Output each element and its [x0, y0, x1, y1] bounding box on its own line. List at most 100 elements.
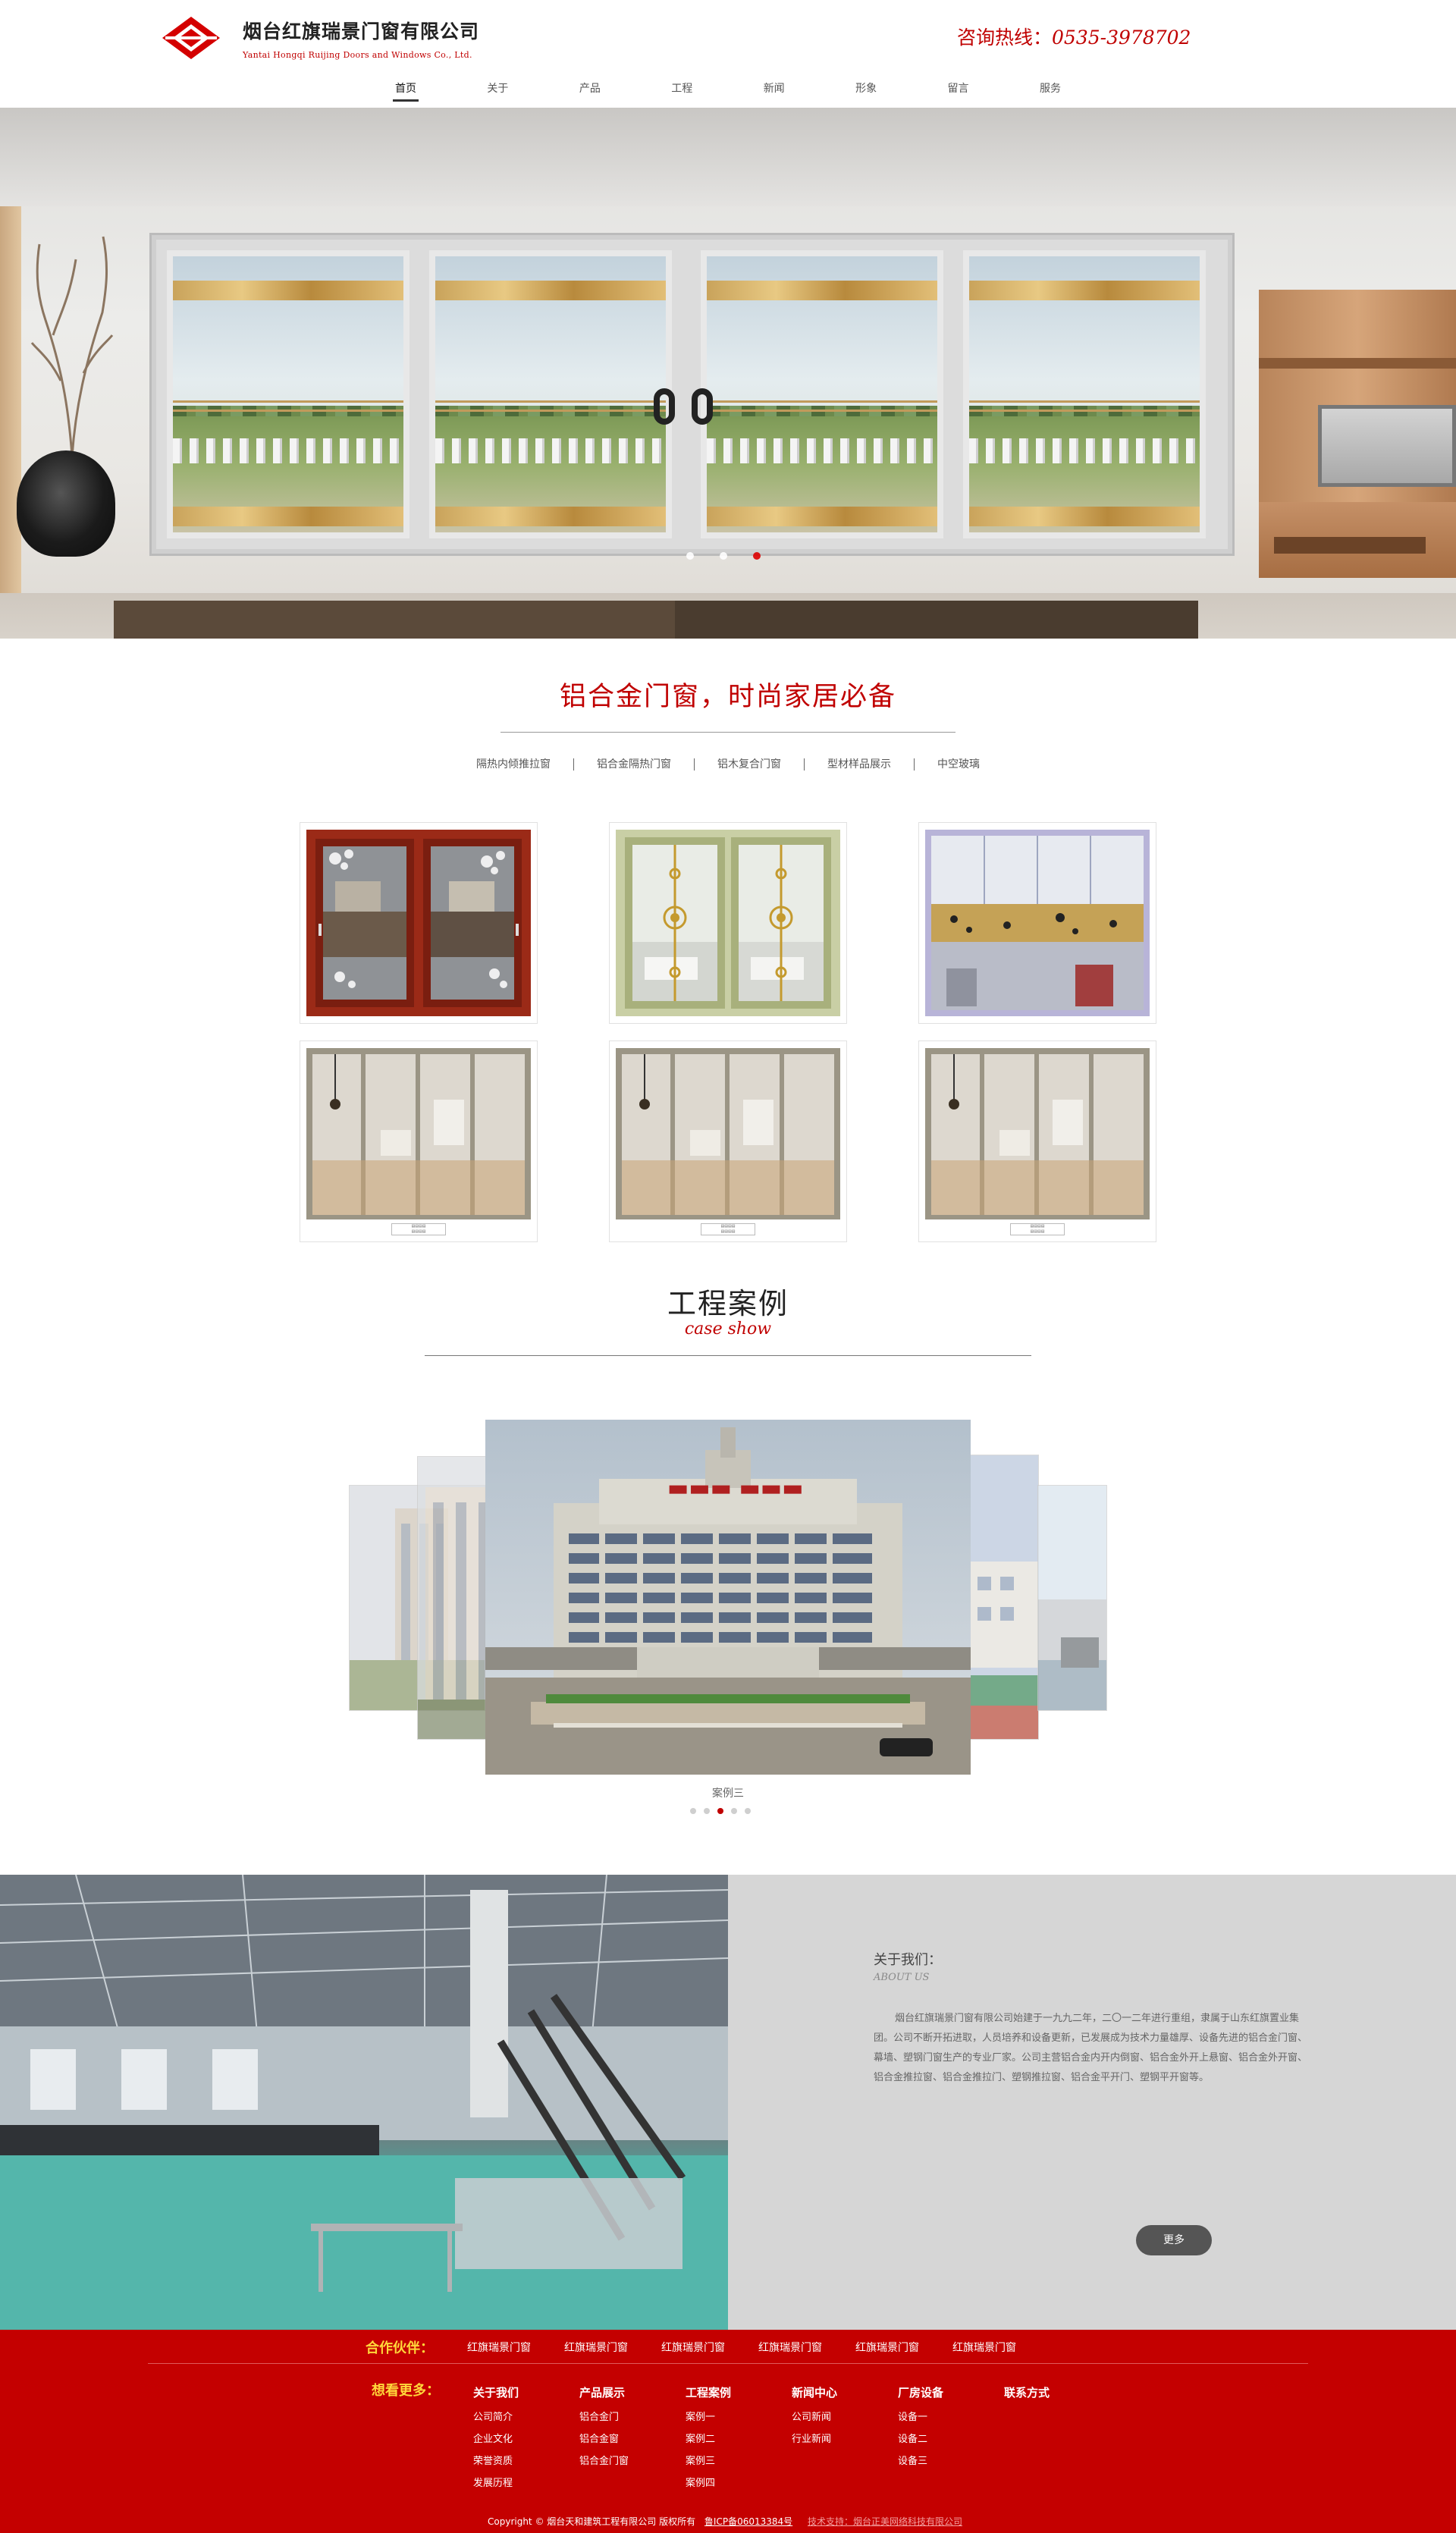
spec-label: ▤▤▤▤ ▤▤▤▤ [701, 1223, 755, 1235]
red-sliding-door-image [306, 830, 531, 1016]
footer-link[interactable]: 案例四 [686, 2472, 792, 2494]
partner-link[interactable]: 红旗瑞景门窗 [758, 2340, 822, 2355]
banner-rug-dark [675, 601, 1198, 639]
product-grid: ▤▤▤▤ ▤▤▤▤ ▤▤▤▤ ▤▤▤▤ ▤▤▤▤ ▤▤▤▤ [300, 822, 1156, 1242]
footer-column-news: 新闻中心 公司新闻 行业新闻 [792, 2384, 898, 2494]
door-pane [429, 250, 672, 538]
case-card-far-right[interactable] [1037, 1485, 1107, 1711]
case-dot[interactable] [745, 1808, 751, 1814]
hotline: 咨询热线：0535-3978702 [957, 23, 1191, 50]
banner-dot[interactable] [686, 552, 694, 560]
nav-news[interactable]: 新闻 [761, 76, 787, 102]
copyright-bar: Copyright © 烟台天和建筑工程有限公司 版权所有 鲁ICP备06013… [0, 2515, 1456, 2528]
footer-column-heading[interactable]: 工程案例 [686, 2384, 792, 2400]
footer-column-heading[interactable]: 联系方式 [1004, 2384, 1110, 2400]
icp-link[interactable]: 鲁ICP备06013384号 [704, 2516, 792, 2527]
banner-dot-active[interactable] [753, 552, 761, 560]
case-card-active[interactable]: ▬▬▬ ▬▬▬ [485, 1420, 971, 1775]
nav-about[interactable]: 关于 [485, 76, 510, 102]
about-section: 关于我们： ABOUT US 烟台红旗瑞景门窗有限公司始建于一九九二年，二〇一二… [0, 1875, 1456, 2330]
case-dot[interactable] [690, 1808, 696, 1814]
banner-dot[interactable] [720, 552, 727, 560]
spec-label: ▤▤▤▤ ▤▤▤▤ [391, 1223, 446, 1235]
more-button[interactable]: 更多 [1136, 2225, 1212, 2255]
door-pane [963, 250, 1206, 538]
footer-link[interactable]: 公司新闻 [792, 2406, 898, 2428]
footer-column-cases: 工程案例 案例一 案例二 案例三 案例四 [686, 2384, 792, 2494]
footer-link[interactable]: 行业新闻 [792, 2428, 898, 2450]
category-tab[interactable]: 隔热内倾推拉窗 [453, 758, 574, 771]
about-body: 烟台红旗瑞景门窗有限公司始建于一九九二年，二〇一二年进行重组，隶属于山东红旗置业… [874, 2013, 1308, 2083]
cases-underline [425, 1355, 1031, 1356]
category-tab[interactable]: 铝合金隔热门窗 [574, 758, 695, 771]
banner-ceiling [0, 108, 1456, 206]
product-card[interactable] [609, 822, 847, 1024]
nav-image[interactable]: 形象 [853, 76, 879, 102]
case-dot-active[interactable] [717, 1808, 723, 1814]
sliding-door-image [152, 235, 1232, 554]
products-title-underline [500, 732, 956, 733]
footer-link[interactable]: 设备二 [898, 2428, 1004, 2450]
footer-column-heading[interactable]: 厂房设备 [898, 2384, 1004, 2400]
footer-link[interactable]: 铝合金门窗 [579, 2450, 686, 2472]
footer-link[interactable]: 铝合金窗 [579, 2428, 686, 2450]
nav-products[interactable]: 产品 [577, 76, 603, 102]
footer-column-contact: 联系方式 [1004, 2384, 1110, 2494]
product-card[interactable] [918, 822, 1156, 1024]
footer-link[interactable]: 案例二 [686, 2428, 792, 2450]
category-tab[interactable]: 型材样品展示 [805, 758, 915, 771]
partner-link[interactable]: 红旗瑞景门窗 [467, 2340, 531, 2355]
case-dot[interactable] [731, 1808, 737, 1814]
logo[interactable]: 烟台红旗瑞景门窗有限公司 Yantai Hongqi Ruijing Doors… [159, 14, 479, 62]
nav-home[interactable]: 首页 [393, 76, 419, 102]
category-tab[interactable]: 铝木复合门窗 [695, 758, 805, 771]
footer-link[interactable]: 案例三 [686, 2450, 792, 2472]
four-panel-door-image [925, 1048, 1150, 1219]
footer-column-products: 产品展示 铝合金门 铝合金窗 铝合金门窗 [579, 2384, 686, 2494]
footer-link[interactable]: 企业文化 [473, 2428, 579, 2450]
partner-link[interactable]: 红旗瑞景门窗 [564, 2340, 628, 2355]
footer-column-about: 关于我们 公司简介 企业文化 荣誉资质 发展历程 [473, 2384, 579, 2494]
factory-photo [0, 1875, 728, 2330]
products-title: 铝合金门窗，时尚家居必备 [559, 682, 896, 712]
office-building-image: ▬▬▬ ▬▬▬ [485, 1420, 971, 1775]
nav-service[interactable]: 服务 [1037, 76, 1063, 102]
page: 烟台红旗瑞景门窗有限公司 Yantai Hongqi Ruijing Doors… [0, 0, 1456, 2533]
partner-link[interactable]: 红旗瑞景门窗 [661, 2340, 725, 2355]
cases-title: 工程案例 [667, 1287, 789, 1320]
product-card[interactable]: ▤▤▤▤ ▤▤▤▤ [300, 1041, 538, 1242]
product-categories: 隔热内倾推拉窗 铝合金隔热门窗 铝木复合门窗 型材样品展示 中空玻璃 [444, 758, 1012, 771]
spec-label: ▤▤▤▤ ▤▤▤▤ [1010, 1223, 1065, 1235]
product-card[interactable]: ▤▤▤▤ ▤▤▤▤ [918, 1041, 1156, 1242]
hero-banner[interactable] [0, 108, 1456, 639]
category-tab[interactable]: 中空玻璃 [915, 758, 1003, 771]
footer-link[interactable]: 设备一 [898, 2406, 1004, 2428]
footer-link[interactable]: 荣誉资质 [473, 2450, 579, 2472]
door-pane [701, 250, 943, 538]
office-partition-door-image [925, 830, 1150, 1016]
case-dot[interactable] [704, 1808, 710, 1814]
footer-link[interactable]: 发展历程 [473, 2472, 579, 2494]
footer-link[interactable]: 公司简介 [473, 2406, 579, 2428]
footer-link[interactable]: 铝合金门 [579, 2406, 686, 2428]
nav-message[interactable]: 留言 [946, 76, 971, 102]
nav-projects[interactable]: 工程 [669, 76, 695, 102]
partner-link[interactable]: 红旗瑞景门窗 [952, 2340, 1016, 2355]
more-label: 想看更多： [372, 2383, 440, 2399]
footer-link[interactable]: 案例一 [686, 2406, 792, 2428]
partners-row: 合作伙伴： 红旗瑞景门窗 红旗瑞景门窗 红旗瑞景门窗 红旗瑞景门窗 红旗瑞景门窗… [366, 2337, 1016, 2357]
footer-link[interactable]: 设备三 [898, 2450, 1004, 2472]
footer-column-heading[interactable]: 新闻中心 [792, 2384, 898, 2400]
footer-column-heading[interactable]: 产品展示 [579, 2384, 686, 2400]
tech-support-link[interactable]: 技术支持：烟台正美网络科技有限公司 [808, 2516, 962, 2527]
footer-column-heading[interactable]: 关于我们 [473, 2384, 579, 2400]
product-card[interactable]: ▤▤▤▤ ▤▤▤▤ [609, 1041, 847, 1242]
copyright-text: Copyright © 烟台天和建筑工程有限公司 版权所有 [488, 2516, 696, 2527]
case-card-right[interactable] [969, 1455, 1039, 1740]
partner-link[interactable]: 红旗瑞景门窗 [855, 2340, 919, 2355]
cases-subtitle: case show [684, 1320, 772, 1339]
about-title: 关于我们： [874, 1952, 942, 1968]
logo-text: 烟台红旗瑞景门窗有限公司 Yantai Hongqi Ruijing Doors… [243, 17, 479, 60]
product-card[interactable] [300, 822, 538, 1024]
villa-image [970, 1455, 1038, 1739]
